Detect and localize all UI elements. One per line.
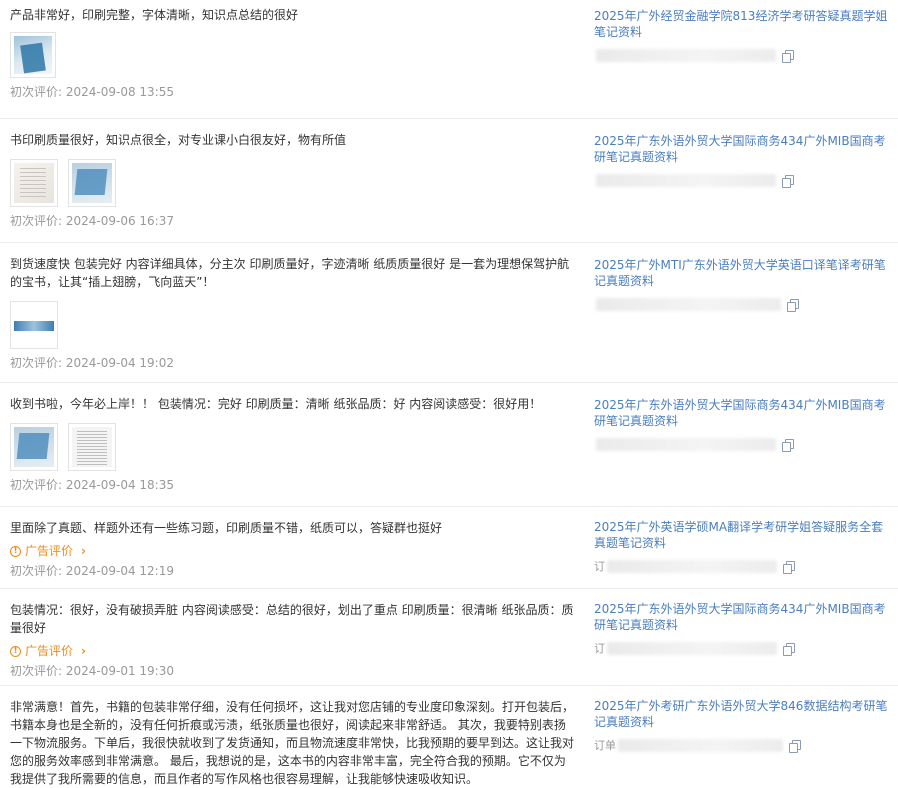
order-number-row xyxy=(594,436,890,452)
order-prefix: 订单 xyxy=(594,739,616,752)
blurred-order-number xyxy=(596,297,781,311)
review-date: 初次评价: 2024-09-01 19:30 xyxy=(10,664,174,678)
review-date: 初次评价: 2024-09-06 16:37 xyxy=(10,214,174,228)
review-item: 包装情况：很好，没有破损弄脏 内容阅读感受：总结的很好，划出了重点 印刷质量：很… xyxy=(0,589,898,686)
review-item: 非常满意！首先，书籍的包装非常仔细，没有任何损坏，这让我对您店铺的专业度印象深刻… xyxy=(0,686,898,786)
review-images xyxy=(10,423,575,471)
order-prefix: 订 xyxy=(594,642,605,655)
ad-review-tag[interactable]: ! 广告评价 › xyxy=(10,543,86,559)
order-number-row: 订单 xyxy=(594,737,890,753)
order-number-row xyxy=(594,47,890,63)
copy-icon[interactable] xyxy=(782,438,794,452)
order-prefix: 订 xyxy=(594,560,605,573)
copy-icon[interactable] xyxy=(782,174,794,188)
review-image-thumbnail[interactable] xyxy=(68,159,116,207)
ad-review-label: 广告评价 xyxy=(25,544,74,558)
review-images xyxy=(10,159,575,207)
review-image-thumbnail[interactable] xyxy=(10,423,58,471)
review-item: 里面除了真题、样题外还有一些练习题，印刷质量不错，纸质可以，答疑群也挺好 ! 广… xyxy=(0,507,898,589)
blurred-order-number xyxy=(618,738,783,752)
order-number-row xyxy=(594,296,890,312)
review-image-thumbnail[interactable] xyxy=(10,32,56,78)
blurred-order-number xyxy=(607,641,777,655)
review-content: 里面除了真题、样题外还有一些练习题，印刷质量不错，纸质可以，答疑群也挺好 xyxy=(10,521,443,535)
review-images xyxy=(10,32,575,78)
info-icon: ! xyxy=(10,545,21,557)
product-title-link[interactable]: 2025年广外经贸金融学院813经济学考研答疑真题学姐笔记资料 xyxy=(594,8,890,40)
product-title-link[interactable]: 2025年广东外语外贸大学国际商务434广外MIB国商考研笔记真题资料 xyxy=(594,397,890,429)
copy-icon[interactable] xyxy=(783,642,795,656)
copy-icon[interactable] xyxy=(789,739,801,753)
copy-icon[interactable] xyxy=(783,560,795,574)
review-date: 初次评价: 2024-09-04 18:35 xyxy=(10,478,174,492)
review-item: 书印刷质量很好，知识点很全，对专业课小白很友好，物有所值 初次评价: 2024-… xyxy=(0,119,898,243)
review-content: 到货速度快 包装完好 内容详细具体，分主次 印刷质量好，字迹清晰 纸质质量很好 … xyxy=(10,257,570,289)
review-content: 产品非常好，印刷完整，字体清晰，知识点总结的很好 xyxy=(10,8,299,22)
review-content: 包装情况：很好，没有破损弄脏 内容阅读感受：总结的很好，划出了重点 印刷质量：很… xyxy=(10,603,574,635)
ad-review-tag[interactable]: ! 广告评价 › xyxy=(10,643,86,659)
order-number-row: 订 xyxy=(594,640,890,656)
blurred-order-number xyxy=(596,437,776,451)
ad-review-label: 广告评价 xyxy=(25,644,74,658)
order-number-row: 订 xyxy=(594,558,890,574)
copy-icon[interactable] xyxy=(787,298,799,312)
blurred-order-number xyxy=(596,48,776,62)
review-content: 书印刷质量很好，知识点很全，对专业课小白很友好，物有所值 xyxy=(10,133,347,147)
product-title-link[interactable]: 2025年广东外语外贸大学国际商务434广外MIB国商考研笔记真题资料 xyxy=(594,601,890,633)
product-title-link[interactable]: 2025年广外英语学硕MA翻译学考研学姐答疑服务全套真题笔记资料 xyxy=(594,519,890,551)
review-item: 产品非常好，印刷完整，字体清晰，知识点总结的很好 初次评价: 2024-09-0… xyxy=(0,0,898,119)
order-number-row xyxy=(594,172,890,188)
review-image-thumbnail[interactable] xyxy=(10,301,58,349)
copy-icon[interactable] xyxy=(782,49,794,63)
review-date: 初次评价: 2024-09-04 19:02 xyxy=(10,356,174,370)
review-image-thumbnail[interactable] xyxy=(68,423,116,471)
chevron-right-icon: › xyxy=(81,544,86,558)
product-title-link[interactable]: 2025年广外MTI广东外语外贸大学英语口译笔译考研笔记真题资料 xyxy=(594,257,890,289)
review-images xyxy=(10,301,575,349)
review-content: 收到书啦，今年必上岸！！ 包装情况：完好 印刷质量：清晰 纸张品质：好 内容阅读… xyxy=(10,397,542,411)
review-item: 收到书啦，今年必上岸！！ 包装情况：完好 印刷质量：清晰 纸张品质：好 内容阅读… xyxy=(0,383,898,507)
review-content: 非常满意！首先，书籍的包装非常仔细，没有任何损坏，这让我对您店铺的专业度印象深刻… xyxy=(10,700,575,786)
product-title-link[interactable]: 2025年广东外语外贸大学国际商务434广外MIB国商考研笔记真题资料 xyxy=(594,133,890,165)
blurred-order-number xyxy=(596,173,776,187)
review-date: 初次评价: 2024-09-08 13:55 xyxy=(10,85,174,99)
blurred-order-number xyxy=(607,559,777,573)
review-image-thumbnail[interactable] xyxy=(10,159,58,207)
info-icon: ! xyxy=(10,645,21,657)
review-date: 初次评价: 2024-09-04 12:19 xyxy=(10,564,174,578)
product-title-link[interactable]: 2025年广外考研广东外语外贸大学846数据结构考研笔记真题资料 xyxy=(594,698,890,730)
chevron-right-icon: › xyxy=(81,644,86,658)
review-item: 到货速度快 包装完好 内容详细具体，分主次 印刷质量好，字迹清晰 纸质质量很好 … xyxy=(0,243,898,383)
